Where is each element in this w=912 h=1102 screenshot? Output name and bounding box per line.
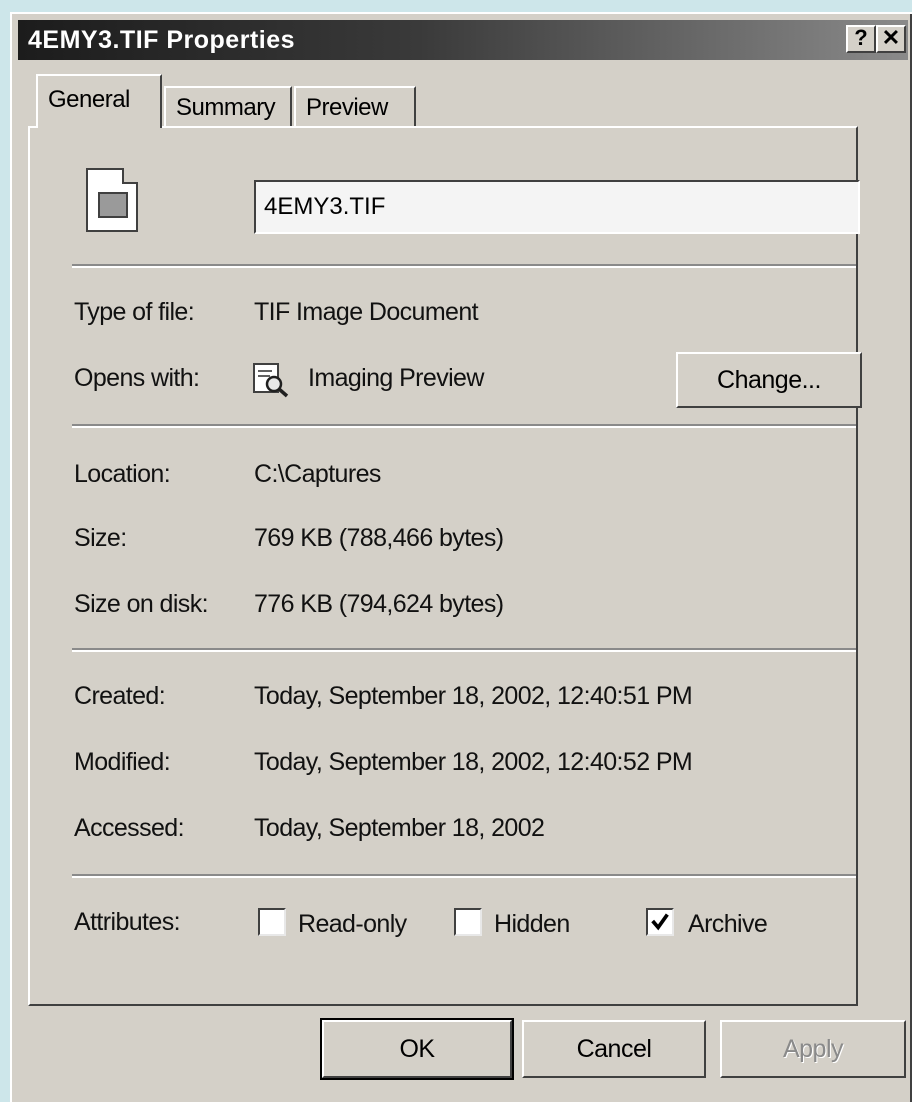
separator xyxy=(72,648,856,652)
imaging-preview-icon xyxy=(253,363,289,398)
image-glyph xyxy=(98,192,128,218)
size-on-disk-value: 776 KB (794,624 bytes) xyxy=(254,590,504,618)
created-label: Created: xyxy=(74,682,166,710)
location-value: C:\Captures xyxy=(254,460,381,488)
hidden-label: Hidden xyxy=(494,910,570,938)
size-on-disk-label: Size on disk: xyxy=(74,590,209,618)
hidden-checkbox[interactable] xyxy=(454,908,482,936)
created-value: Today, September 18, 2002, 12:40:51 PM xyxy=(254,682,693,710)
file-fold xyxy=(122,168,138,184)
opens-with-label: Opens with: xyxy=(74,364,200,392)
accessed-label: Accessed: xyxy=(74,814,185,842)
modified-label: Modified: xyxy=(74,748,171,776)
checkmark-icon xyxy=(651,913,669,931)
tab-preview[interactable]: Preview xyxy=(294,86,416,128)
window-title: 4EMY3.TIF Properties xyxy=(28,26,296,54)
archive-label: Archive xyxy=(688,910,768,938)
location-label: Location: xyxy=(74,460,171,488)
modified-value: Today, September 18, 2002, 12:40:52 PM xyxy=(254,748,693,776)
accessed-value: Today, September 18, 2002 xyxy=(254,814,545,842)
file-name-input[interactable] xyxy=(254,180,860,234)
type-of-file-value: TIF Image Document xyxy=(254,298,479,326)
ok-button[interactable]: OK xyxy=(320,1018,514,1080)
tif-file-icon xyxy=(86,168,138,232)
opens-with-value: Imaging Preview xyxy=(308,364,484,392)
title-bar[interactable]: 4EMY3.TIF Properties ? ✕ xyxy=(18,20,908,60)
cancel-button[interactable]: Cancel xyxy=(522,1020,706,1078)
archive-checkbox[interactable] xyxy=(646,908,674,936)
size-label: Size: xyxy=(74,524,127,552)
change-button[interactable]: Change... xyxy=(676,352,862,408)
tab-summary[interactable]: Summary xyxy=(164,86,292,128)
read-only-checkbox[interactable] xyxy=(258,908,286,936)
separator xyxy=(72,264,856,268)
tab-general[interactable]: General xyxy=(36,74,162,128)
close-button[interactable]: ✕ xyxy=(876,25,906,53)
attributes-label: Attributes: xyxy=(74,908,181,936)
separator xyxy=(72,424,856,428)
separator xyxy=(72,874,856,878)
read-only-label: Read-only xyxy=(298,910,407,938)
help-button[interactable]: ? xyxy=(846,25,876,53)
type-of-file-label: Type of file: xyxy=(74,298,195,326)
apply-button[interactable]: Apply xyxy=(720,1020,906,1078)
size-value: 769 KB (788,466 bytes) xyxy=(254,524,504,552)
